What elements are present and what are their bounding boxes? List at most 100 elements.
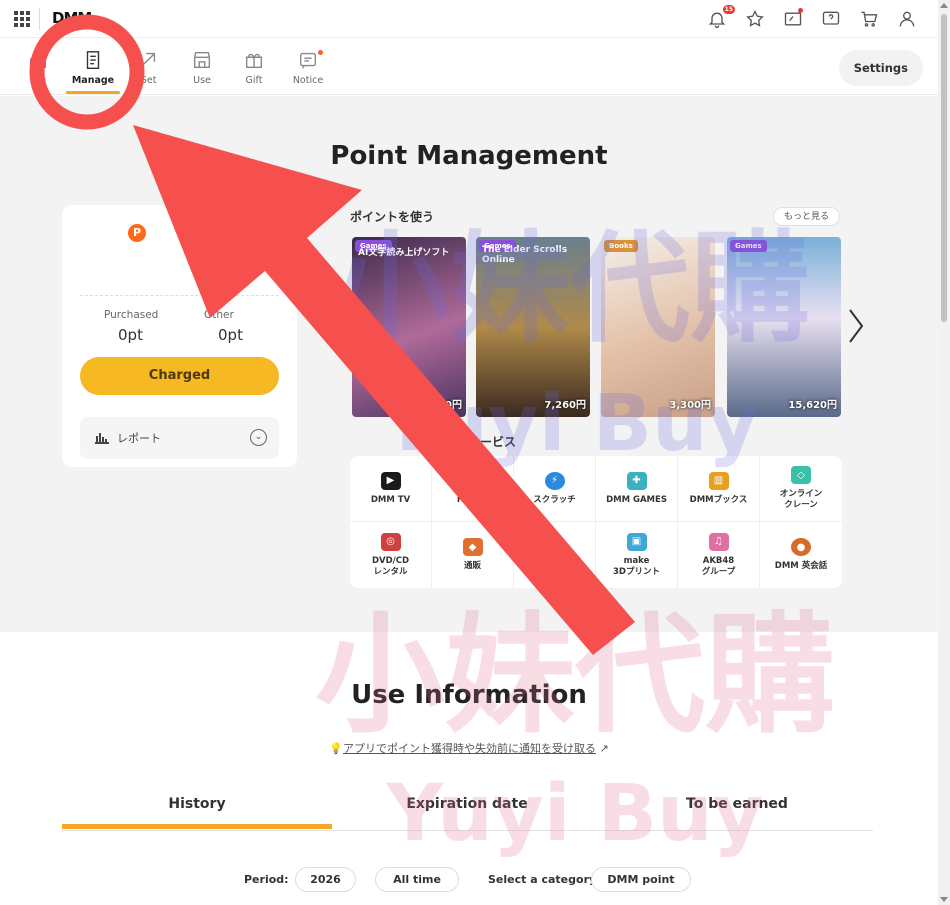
app-grid-icon[interactable] xyxy=(14,11,30,27)
product-tag: Games xyxy=(730,240,767,252)
tab-to-be-earned[interactable]: To be earned xyxy=(602,796,872,812)
product-price: 7,260円 xyxy=(544,400,586,411)
dvd-icon: ◎ xyxy=(380,532,401,551)
service-lottery[interactable]: ★ くじ xyxy=(514,522,596,588)
external-link-icon: ↗ xyxy=(595,742,609,755)
3d-print-icon: ▣ xyxy=(626,532,647,551)
fanza-icon: F xyxy=(462,471,483,490)
app-notify-link[interactable]: 💡アプリでポイント獲得時や失効前に通知を受け取る ↗ xyxy=(0,740,938,756)
product-tag: Books xyxy=(604,240,638,252)
help-icon[interactable] xyxy=(820,8,842,30)
tab-label: Use xyxy=(193,75,211,86)
category-select[interactable]: DMM point xyxy=(591,867,691,892)
product-card[interactable]: Games The Elder Scrolls Online 7,260円 xyxy=(476,237,590,417)
coupon-dot xyxy=(798,8,803,13)
period-range-select[interactable]: All time xyxy=(375,867,459,892)
tab-history[interactable]: History xyxy=(62,796,332,829)
service-dmm-games[interactable]: ✚ DMM GAMES xyxy=(596,456,678,522)
service-make-3d[interactable]: ▣ make 3Dプリント xyxy=(596,522,678,588)
gamepad-icon: ✚ xyxy=(626,471,647,490)
product-card[interactable]: Games AI文字読み上げソフト 2,200円 xyxy=(352,237,466,417)
service-dmm-tv[interactable]: ▶ DMM TV xyxy=(350,456,432,522)
service-scratch[interactable]: ⚡ スクラッチ xyxy=(514,456,596,522)
period-label: Period: xyxy=(244,873,289,886)
gift-arrow-icon xyxy=(141,52,156,67)
notice-icon xyxy=(299,52,317,69)
tab-label: Gift xyxy=(245,75,263,86)
document-icon xyxy=(86,51,100,69)
services-heading: サービス xyxy=(468,435,517,449)
scratch-icon: ⚡ xyxy=(544,471,565,490)
point-logo-icon: P xyxy=(128,224,146,242)
service-online-crane[interactable]: ◇ オンライン クレーン xyxy=(760,456,842,522)
settings-button[interactable]: Settings xyxy=(838,50,923,86)
service-shopping[interactable]: ◆ 通販 xyxy=(432,522,514,588)
tab-get[interactable]: Get xyxy=(120,45,176,93)
tab-label: Get xyxy=(139,75,157,86)
scroll-down-icon[interactable] xyxy=(940,897,948,902)
purchased-label: Purchased xyxy=(104,309,159,321)
product-price: 2,200円 xyxy=(420,400,462,411)
product-title: AI文字読み上げソフト xyxy=(358,248,450,258)
use-points-heading: ポイントを使う xyxy=(350,210,435,224)
header-icons: 15 xyxy=(706,5,918,30)
point-management-section: Point Management P Purchased 0pt Other 0… xyxy=(0,96,938,632)
notification-count-badge: 15 xyxy=(722,5,735,14)
tab-top[interactable]: Top xyxy=(10,45,66,93)
tv-icon: ▶ xyxy=(380,471,401,490)
category-label: Select a category: xyxy=(488,873,601,886)
service-grid: ▶ DMM TV F FANZA ⚡ スクラッチ ✚ DMM GAMES ▥ DMMブック… xyxy=(350,456,842,588)
coupon-icon[interactable] xyxy=(782,8,804,30)
owl-icon: ● xyxy=(791,538,811,556)
scroll-up-icon[interactable] xyxy=(940,3,948,8)
carousel-next-icon[interactable] xyxy=(844,304,868,348)
filter-row: Period: 2026 All time Select a category:… xyxy=(0,867,938,893)
service-akb48[interactable]: ♫ AKB48 グループ xyxy=(678,522,760,588)
user-icon[interactable] xyxy=(896,8,918,30)
tab-gift[interactable]: Gift xyxy=(226,45,282,93)
service-dvd-rental[interactable]: ◎ DVD/CD レンタル xyxy=(350,522,432,588)
product-card[interactable]: Games 15,620円 xyxy=(727,237,841,417)
charge-button[interactable]: Charged xyxy=(80,357,279,395)
shop-icon xyxy=(193,51,211,69)
lottery-icon: ★ xyxy=(544,538,565,556)
bar-chart-icon xyxy=(95,433,109,444)
product-title: The Elder Scrolls Online xyxy=(482,245,568,265)
page-scrollbar[interactable] xyxy=(938,0,950,905)
tab-label: Manage xyxy=(71,75,115,86)
card-divider xyxy=(80,295,279,296)
see-more-button[interactable]: もっと見る xyxy=(773,207,841,226)
cart-icon[interactable] xyxy=(858,8,880,30)
report-toggle[interactable]: レポート ⌄ xyxy=(80,417,279,459)
music-icon: ♫ xyxy=(708,532,729,551)
logo-divider xyxy=(39,8,40,30)
period-year-select[interactable]: 2026 xyxy=(295,867,356,892)
other-label: Other xyxy=(204,309,234,321)
product-card[interactable]: Books 3,300円 xyxy=(601,237,715,417)
gift-box-icon xyxy=(245,53,263,69)
tab-label: Top xyxy=(29,75,47,86)
book-icon: ▥ xyxy=(708,471,729,490)
other-value: 0pt xyxy=(218,326,243,344)
page-title: Point Management xyxy=(330,141,608,171)
report-label: レポート xyxy=(117,432,161,445)
service-eikaiwa[interactable]: ● DMM 英会話 xyxy=(760,522,842,588)
dmm-logo[interactable]: DMM xyxy=(52,9,92,27)
product-price: 3,300円 xyxy=(669,400,711,411)
tab-label: Notice xyxy=(292,75,324,86)
chevron-down-icon: ⌄ xyxy=(250,429,267,446)
tab-notice[interactable]: Notice xyxy=(280,45,336,93)
service-dmm-books[interactable]: ▥ DMMブックス xyxy=(678,456,760,522)
tab-expiration-date[interactable]: Expiration date xyxy=(332,796,602,812)
tab-use[interactable]: Use xyxy=(174,45,230,93)
notice-dot xyxy=(318,50,323,55)
scroll-thumb[interactable] xyxy=(941,14,947,322)
top-bar: DMM 15 xyxy=(0,0,938,38)
app-notify-text: アプリでポイント獲得時や失効前に通知を受け取る xyxy=(342,742,596,755)
use-info-tabs: History Expiration date To be earned xyxy=(62,788,873,831)
bell-icon[interactable]: 15 xyxy=(706,5,735,30)
star-icon[interactable] xyxy=(744,8,766,30)
service-fanza[interactable]: F FANZA xyxy=(432,456,514,522)
tab-manage[interactable]: Manage xyxy=(65,45,121,94)
home-icon xyxy=(29,52,47,69)
